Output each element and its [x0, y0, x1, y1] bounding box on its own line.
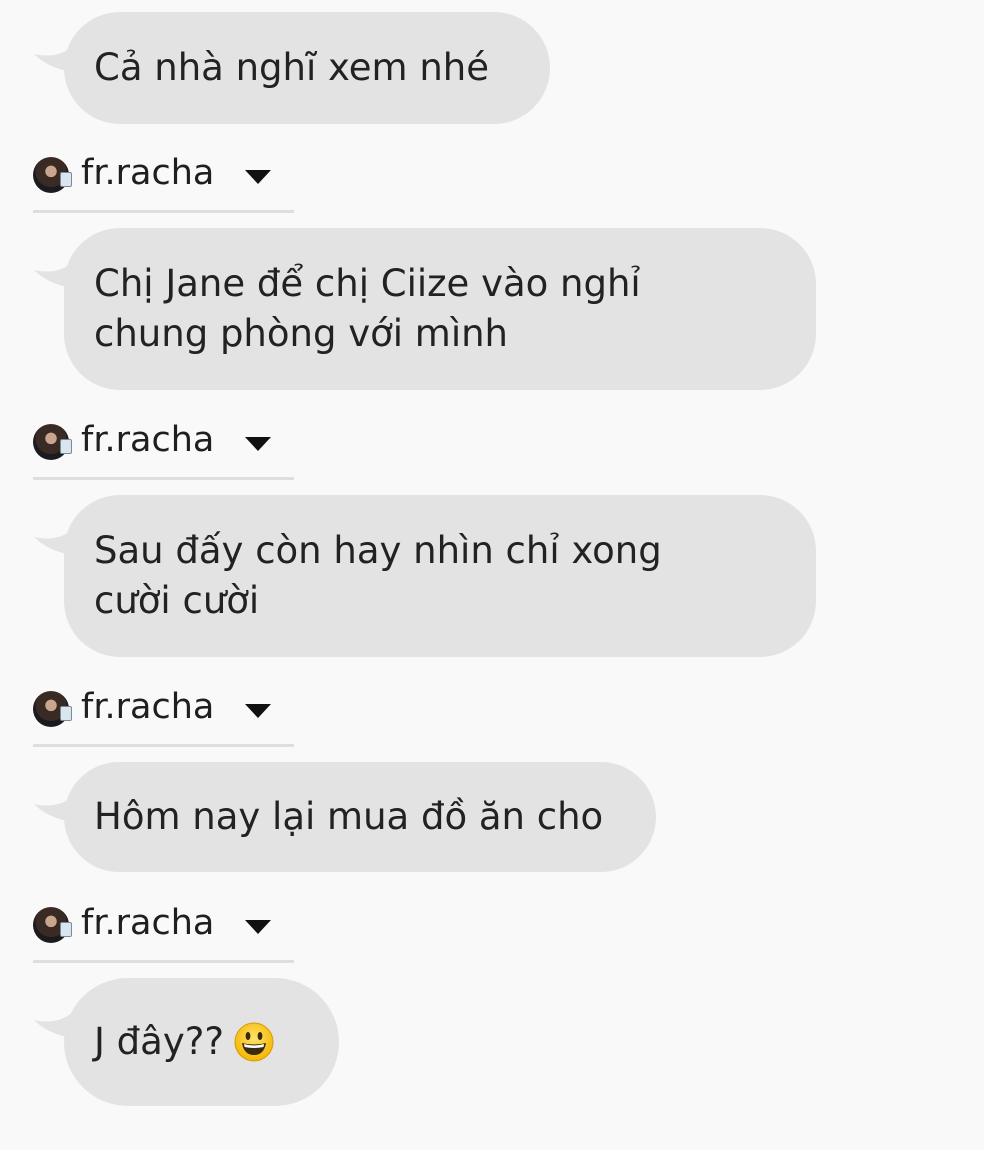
- sender-name[interactable]: fr.racha: [81, 687, 214, 727]
- device-badge-icon: [60, 172, 72, 187]
- caret-down-icon[interactable]: [243, 167, 273, 187]
- sender-header: fr.racha: [33, 903, 294, 963]
- sender-name[interactable]: fr.racha: [81, 153, 214, 193]
- caret-down-icon[interactable]: [243, 701, 273, 721]
- sender-header: fr.racha: [33, 153, 294, 213]
- sender-name[interactable]: fr.racha: [81, 420, 214, 460]
- message-bubble[interactable]: J đây??: [64, 978, 339, 1106]
- device-badge-icon: [60, 439, 72, 454]
- grinning-face-emoji: [234, 1022, 274, 1062]
- message-bubble[interactable]: Sau đấy còn hay nhìn chỉ xong cười cười: [64, 495, 816, 657]
- caret-down-icon[interactable]: [243, 917, 273, 937]
- sender-header: fr.racha: [33, 687, 294, 747]
- message-item: J đây??: [34, 978, 344, 1106]
- sender-name[interactable]: fr.racha: [81, 903, 214, 943]
- message-bubble[interactable]: Cả nhà nghĩ xem nhé: [64, 12, 550, 124]
- message-text: Cả nhà nghĩ xem nhé: [94, 46, 490, 89]
- sender-header: fr.racha: [33, 420, 294, 480]
- message-bubble[interactable]: Chị Jane để chị Ciize vào nghỉ chung phò…: [64, 228, 816, 390]
- device-badge-icon: [60, 922, 72, 937]
- message-item: Sau đấy còn hay nhìn chỉ xong cười cười: [34, 495, 824, 657]
- message-item: Hôm nay lại mua đồ ăn cho: [34, 762, 660, 872]
- message-text: Chị Jane để chị Ciize vào nghỉ chung phò…: [94, 262, 641, 355]
- message-item: Cả nhà nghĩ xem nhé: [34, 12, 554, 124]
- message-text: Hôm nay lại mua đồ ăn cho: [94, 795, 604, 838]
- caret-down-icon[interactable]: [243, 434, 273, 454]
- message-text: J đây??: [94, 1020, 225, 1063]
- message-item: Chị Jane để chị Ciize vào nghỉ chung phò…: [34, 228, 824, 390]
- device-badge-icon: [60, 706, 72, 721]
- chat-thread: Cả nhà nghĩ xem nhé fr.racha Chị Jane để…: [0, 0, 984, 1150]
- message-bubble[interactable]: Hôm nay lại mua đồ ăn cho: [64, 762, 656, 872]
- message-text: Sau đấy còn hay nhìn chỉ xong cười cười: [94, 529, 662, 622]
